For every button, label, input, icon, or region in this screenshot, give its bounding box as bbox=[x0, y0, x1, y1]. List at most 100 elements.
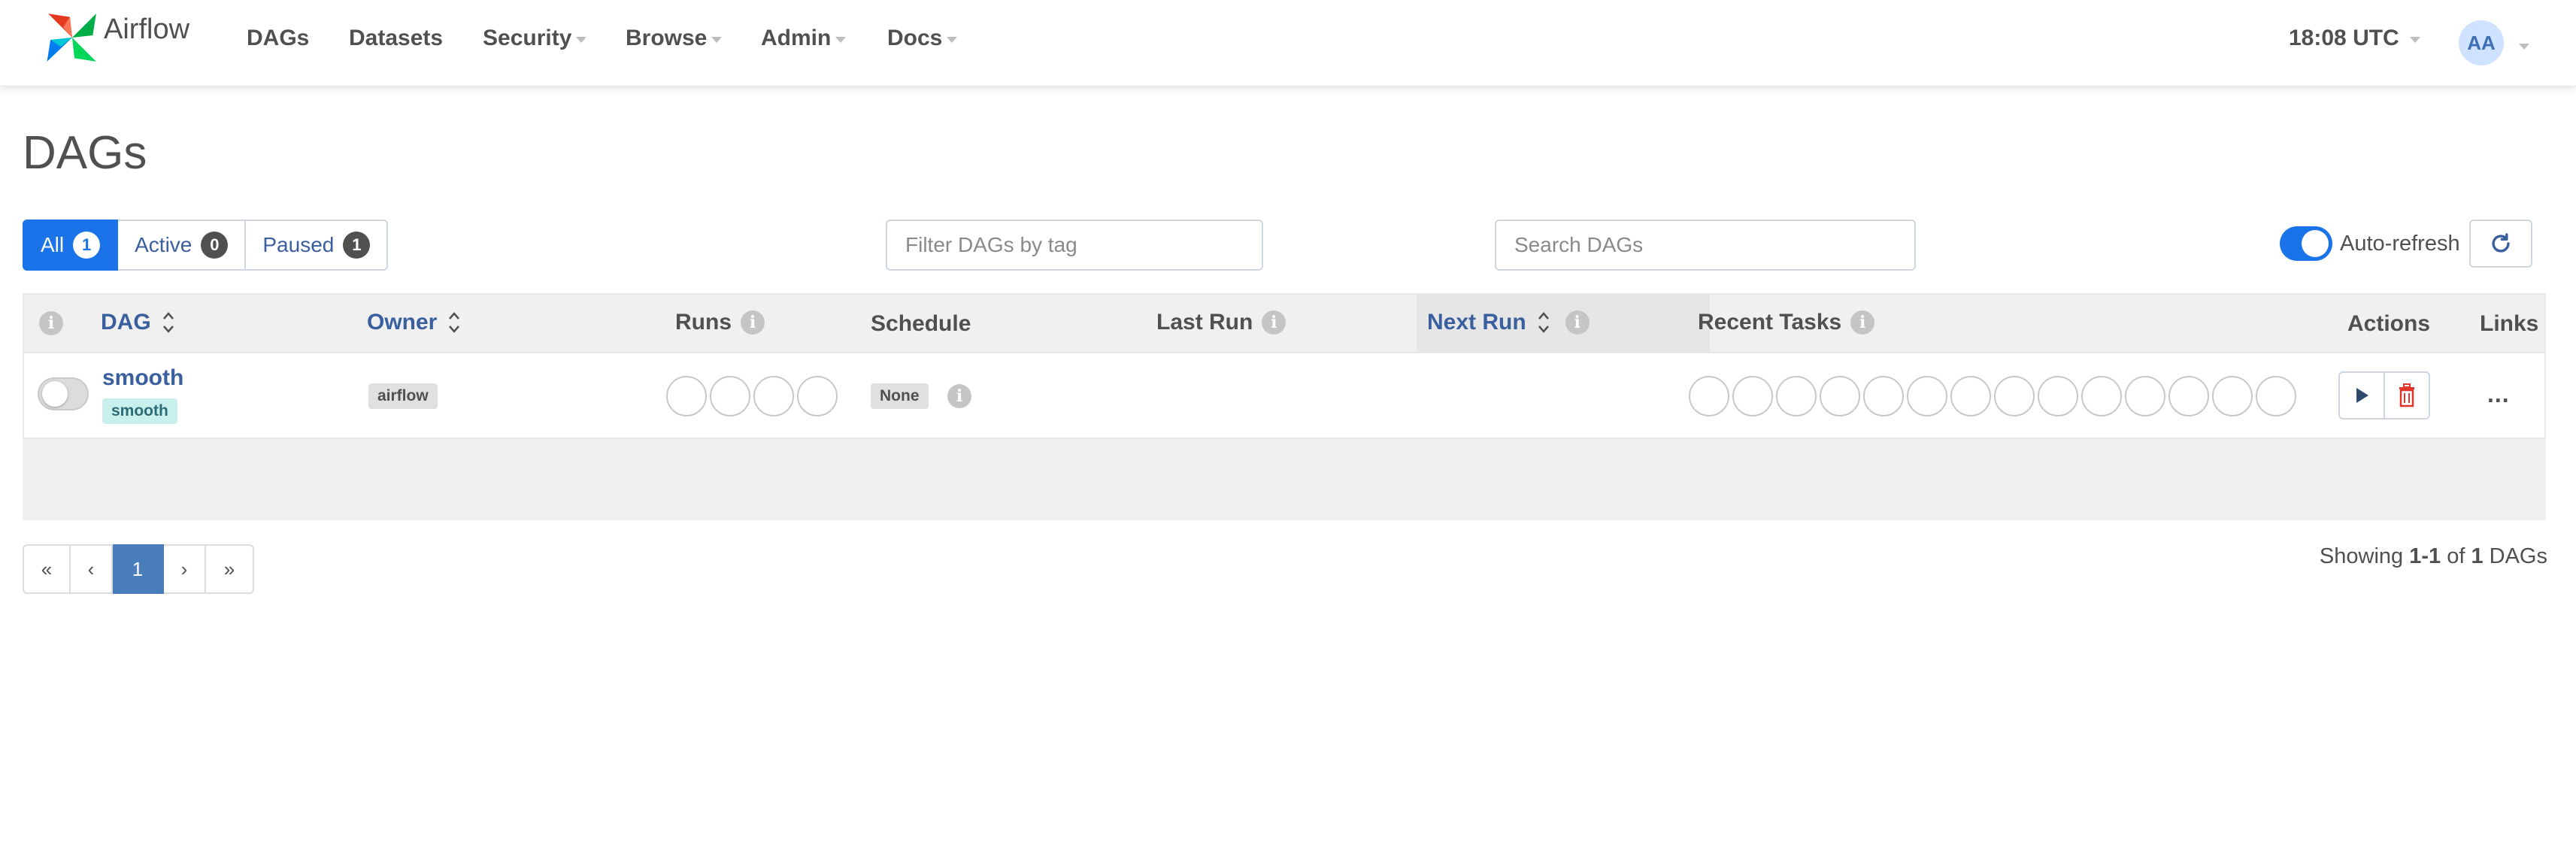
autorefresh-control: Auto-refresh bbox=[2280, 223, 2460, 265]
task-status-circle[interactable] bbox=[1950, 376, 1991, 416]
filter-paused-count: 1 bbox=[343, 232, 371, 259]
info-icon[interactable]: i bbox=[741, 310, 765, 335]
info-icon[interactable]: i bbox=[1262, 310, 1286, 335]
refresh-icon bbox=[2492, 233, 2510, 253]
dag-id-link[interactable]: smooth bbox=[102, 365, 183, 391]
column-last-run-label: Last Run bbox=[1156, 310, 1253, 335]
brand-link[interactable]: Airflow bbox=[44, 8, 189, 68]
page-first-button[interactable]: « bbox=[23, 544, 71, 594]
search-dags-input[interactable] bbox=[1495, 220, 1916, 271]
timezone-dropdown[interactable]: 18:08 UTC bbox=[2289, 26, 2420, 51]
task-status-circle[interactable] bbox=[1820, 376, 1860, 416]
showing-total: 1 bbox=[2471, 544, 2484, 568]
showing-range: 1-1 bbox=[2409, 544, 2441, 568]
runs-status-circles bbox=[666, 376, 841, 416]
table-header: i DAG Owner Runs i Schedule Last Run i N… bbox=[23, 293, 2546, 353]
trigger-dag-button[interactable] bbox=[2338, 371, 2385, 419]
nav-browse-label: Browse bbox=[626, 26, 708, 50]
task-status-circle[interactable] bbox=[2212, 376, 2253, 416]
links-menu-button[interactable]: ... bbox=[2487, 380, 2510, 408]
task-status-circle[interactable] bbox=[1732, 376, 1773, 416]
run-status-circle[interactable] bbox=[797, 376, 838, 416]
column-owner[interactable]: Owner bbox=[367, 310, 461, 335]
task-status-circle[interactable] bbox=[2038, 376, 2078, 416]
status-filter-group: All 1 Active 0 Paused 1 bbox=[23, 220, 389, 271]
column-schedule: Schedule bbox=[871, 311, 971, 337]
column-last-run: Last Run i bbox=[1156, 310, 1286, 335]
sort-icon bbox=[447, 310, 461, 335]
info-icon[interactable]: i bbox=[1565, 310, 1590, 335]
column-dag-label: DAG bbox=[101, 310, 151, 335]
run-status-circle[interactable] bbox=[710, 376, 750, 416]
filter-all-button[interactable]: All 1 bbox=[23, 220, 119, 271]
info-icon[interactable]: i bbox=[1850, 310, 1875, 335]
dags-table: i DAG Owner Runs i Schedule Last Run i N… bbox=[23, 293, 2546, 520]
filter-active-label: Active bbox=[135, 233, 192, 256]
brand-name: Airflow bbox=[104, 13, 190, 45]
column-owner-label: Owner bbox=[367, 310, 438, 335]
nav-datasets-label: Datasets bbox=[349, 26, 444, 50]
column-schedule-label: Schedule bbox=[871, 311, 971, 336]
page-last-button[interactable]: » bbox=[206, 544, 254, 594]
filter-active-count: 0 bbox=[201, 232, 229, 259]
nav-admin-label: Admin bbox=[761, 26, 832, 50]
chevron-down-icon[interactable] bbox=[2519, 44, 2529, 50]
delete-dag-button[interactable] bbox=[2384, 371, 2430, 419]
recent-tasks-circles bbox=[1689, 376, 2299, 416]
column-next-run[interactable]: Next Run i bbox=[1427, 310, 1590, 335]
table-row: smooth smooth airflow None i ... bbox=[23, 353, 2546, 439]
nav-dags[interactable]: DAGs bbox=[247, 26, 309, 51]
run-status-circle[interactable] bbox=[753, 376, 794, 416]
owner-label[interactable]: airflow bbox=[368, 383, 438, 409]
table-empty-area bbox=[23, 439, 2546, 520]
user-avatar[interactable]: AA bbox=[2459, 20, 2504, 65]
schedule-label: None bbox=[871, 383, 929, 409]
page-prev-button[interactable]: ‹ bbox=[71, 544, 113, 594]
play-icon bbox=[2356, 388, 2368, 403]
nav-admin[interactable]: Admin bbox=[761, 26, 847, 51]
dag-pause-toggle[interactable] bbox=[38, 377, 89, 410]
info-icon[interactable]: i bbox=[947, 384, 971, 408]
task-status-circle[interactable] bbox=[2125, 376, 2165, 416]
sort-icon bbox=[162, 310, 175, 335]
column-links: Links bbox=[2480, 311, 2538, 337]
task-status-circle[interactable] bbox=[2168, 376, 2209, 416]
page-current-button[interactable]: 1 bbox=[113, 544, 164, 594]
nav-docs[interactable]: Docs bbox=[887, 26, 958, 51]
chevron-down-icon bbox=[2409, 37, 2420, 43]
chevron-down-icon bbox=[576, 37, 587, 43]
autorefresh-toggle[interactable] bbox=[2280, 226, 2332, 261]
task-status-circle[interactable] bbox=[1776, 376, 1817, 416]
nav-datasets[interactable]: Datasets bbox=[349, 26, 443, 51]
info-icon[interactable]: i bbox=[39, 311, 63, 335]
filter-paused-label: Paused bbox=[262, 233, 335, 256]
chevron-down-icon bbox=[835, 37, 847, 43]
page-title: DAGs bbox=[23, 127, 147, 179]
nav-security[interactable]: Security bbox=[483, 26, 587, 51]
task-status-circle[interactable] bbox=[1994, 376, 2035, 416]
avatar-initials: AA bbox=[2467, 31, 2496, 54]
task-status-circle[interactable] bbox=[1907, 376, 1947, 416]
column-dag[interactable]: DAG bbox=[101, 310, 175, 335]
task-status-circle[interactable] bbox=[1863, 376, 1904, 416]
trash-icon bbox=[2399, 383, 2414, 407]
column-actions: Actions bbox=[2347, 311, 2430, 337]
airflow-logo-icon bbox=[47, 14, 96, 62]
task-status-circle[interactable] bbox=[1689, 376, 1729, 416]
filter-active-button[interactable]: Active 0 bbox=[118, 220, 247, 271]
column-recent-tasks-label: Recent Tasks bbox=[1698, 310, 1842, 335]
nav-browse[interactable]: Browse bbox=[626, 26, 723, 51]
filter-paused-button[interactable]: Paused 1 bbox=[246, 220, 389, 271]
refresh-button[interactable] bbox=[2469, 220, 2532, 268]
task-status-circle[interactable] bbox=[2256, 376, 2296, 416]
tag-filter-input[interactable] bbox=[886, 220, 1263, 271]
nav-docs-label: Docs bbox=[887, 26, 943, 50]
column-next-run-label: Next Run bbox=[1427, 310, 1526, 335]
dag-tag[interactable]: smooth bbox=[102, 398, 177, 424]
current-time: 18:08 UTC bbox=[2289, 26, 2399, 50]
autorefresh-label: Auto-refresh bbox=[2340, 231, 2460, 256]
task-status-circle[interactable] bbox=[2081, 376, 2122, 416]
chevron-down-icon bbox=[947, 37, 958, 43]
page-next-button[interactable]: › bbox=[164, 544, 206, 594]
run-status-circle[interactable] bbox=[666, 376, 707, 416]
